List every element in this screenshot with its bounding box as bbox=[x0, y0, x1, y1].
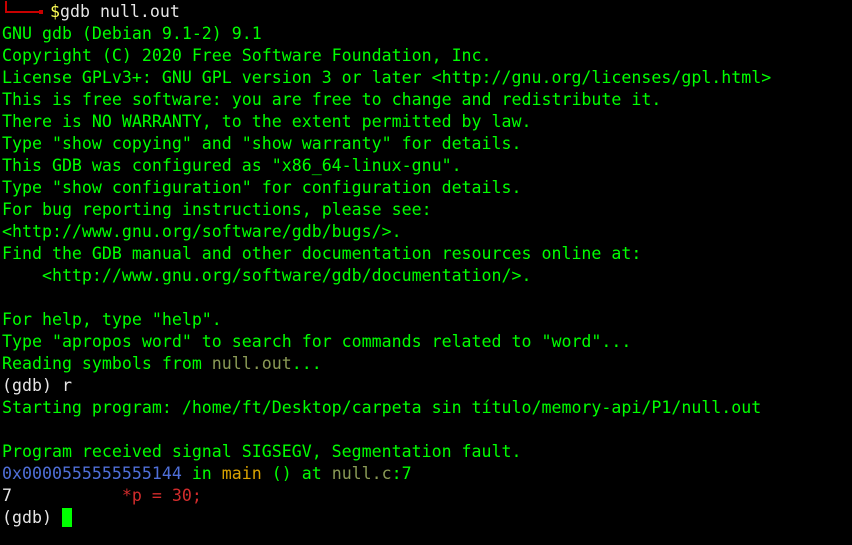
manual-line: Find the GDB manual and other documentat… bbox=[2, 244, 642, 263]
frame-args-at: () at bbox=[261, 464, 332, 483]
bug-reporting-line: For bug reporting instructions, please s… bbox=[2, 200, 432, 219]
apropos-line: Type "apropos word" to search for comman… bbox=[2, 332, 632, 351]
reading-symbols-line: Reading symbols from null.out... bbox=[2, 353, 852, 375]
copyright-line: Copyright (C) 2020 Free Software Foundat… bbox=[2, 46, 492, 65]
reading-suffix: ... bbox=[291, 354, 322, 373]
show-copying-line: Type "show copying" and "show warranty" … bbox=[2, 134, 522, 153]
manual-url-line: <http://www.gnu.org/software/gdb/documen… bbox=[2, 266, 532, 285]
source-value: 30 bbox=[171, 486, 192, 505]
show-configuration-line: Type "show configuration" for configurat… bbox=[2, 178, 522, 197]
gdb-prompt: (gdb) bbox=[2, 508, 62, 527]
bugs-url-line: <http://www.gnu.org/software/gdb/bugs/>. bbox=[2, 222, 402, 241]
license-line: License GPLv3+: GNU GPL version 3 or lat… bbox=[2, 68, 772, 87]
reading-prefix: Reading symbols from bbox=[2, 354, 212, 373]
signal-line: Program received signal SIGSEGV, Segment… bbox=[2, 442, 522, 461]
free-software-line: This is free software: you are free to c… bbox=[2, 90, 662, 109]
source-pointer: *p bbox=[121, 486, 142, 505]
source-line-number: 7 bbox=[2, 486, 12, 505]
run-command: r bbox=[61, 376, 72, 395]
frame-line: 0x0000555555555144 in main () at null.c:… bbox=[2, 463, 852, 485]
frame-in: in bbox=[181, 464, 222, 483]
warranty-line: There is NO WARRANTY, to the extent perm… bbox=[2, 112, 532, 131]
gdb-version: GNU gdb (Debian 9.1-2) 9.1 bbox=[2, 24, 262, 43]
source-assign: = bbox=[141, 486, 172, 505]
source-line: 7 *p = 30; bbox=[2, 485, 852, 507]
frame-file: null.c bbox=[331, 464, 392, 483]
frame-function: main bbox=[221, 464, 262, 483]
configured-line: This GDB was configured as "x86_64-linux… bbox=[2, 156, 462, 175]
final-prompt-line[interactable]: (gdb) bbox=[2, 507, 852, 529]
gdb-prompt: (gdb) bbox=[2, 376, 62, 395]
prompt-corner-icon bbox=[2, 1, 50, 23]
run-command-line: (gdb) r bbox=[2, 375, 852, 397]
frame-address: 0x0000555555555144 bbox=[2, 464, 182, 483]
shell-command-text: gdb null.out bbox=[60, 2, 180, 21]
starting-program-line: Starting program: /home/ft/Desktop/carpe… bbox=[2, 398, 762, 417]
text-cursor[interactable] bbox=[61, 508, 72, 527]
terminal-window[interactable]: $gdb null.out GNU gdb (Debian 9.1-2) 9.1… bbox=[2, 1, 852, 545]
help-line: For help, type "help". bbox=[2, 310, 222, 329]
source-indent bbox=[12, 486, 122, 505]
source-semicolon: ; bbox=[191, 486, 202, 505]
shell-command-line: $gdb null.out bbox=[2, 1, 852, 23]
frame-line-number: :7 bbox=[391, 464, 412, 483]
shell-prompt-symbol: $ bbox=[50, 2, 60, 21]
reading-file: null.out bbox=[211, 354, 292, 373]
